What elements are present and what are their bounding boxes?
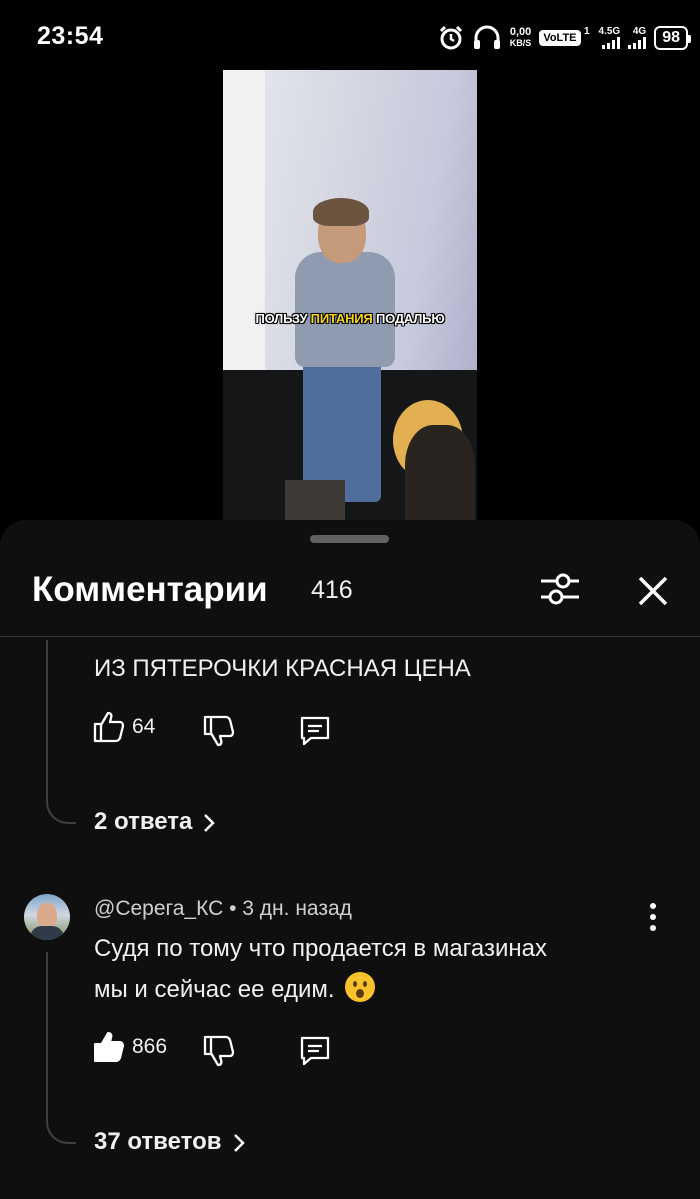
comment-text: мы и сейчас ее едим. xyxy=(94,969,376,1010)
more-vert-icon xyxy=(650,903,656,931)
signal-bars-icon xyxy=(602,37,621,49)
alarm-icon xyxy=(439,25,462,50)
headphones-icon xyxy=(473,25,500,49)
status-icons: 0,00 KB/S VoLTE 1 4.5G 4G 98 xyxy=(438,22,691,54)
like-count: 64 xyxy=(132,715,156,738)
video-scene xyxy=(405,425,475,520)
signal-2: 4G xyxy=(628,26,647,49)
video-caption: ПОЛЬЗУ ПИТАНИЯ ПОДАЛЬЮ xyxy=(223,311,477,326)
caption-part: ПОДАЛЬЮ xyxy=(375,311,445,326)
astonished-emoji-icon xyxy=(345,972,376,1002)
thread-curve xyxy=(46,1114,76,1144)
comments-sheet: Комментарии 416 ИЗ ПЯТЕРОЧКИ КРАСНАЯ ЦЕН… xyxy=(0,520,700,1199)
thumb-down-icon xyxy=(203,1035,235,1067)
network-speed: 0,00 KB/S xyxy=(510,27,532,49)
view-replies-link[interactable]: 37 ответов xyxy=(94,1128,246,1156)
like-button[interactable]: 64 xyxy=(92,710,155,744)
signal-1: 4.5G xyxy=(599,27,621,49)
caption-highlight: ПИТАНИЯ xyxy=(310,311,373,326)
drag-handle[interactable] xyxy=(310,535,389,543)
thumb-up-icon xyxy=(93,711,125,743)
chevron-right-icon xyxy=(233,1134,245,1152)
comments-title: Комментарии xyxy=(32,570,268,609)
comment-text-line: мы и сейчас ее едим. xyxy=(94,976,335,1003)
filter-button[interactable] xyxy=(533,568,587,610)
reply-icon xyxy=(300,716,330,746)
thumb-down-icon xyxy=(203,715,235,747)
status-bar: 23:54 0,00 KB/S VoLTE 1 4.5G 4G 98 xyxy=(0,0,700,72)
header-divider xyxy=(0,636,700,637)
avatar[interactable] xyxy=(24,894,70,940)
signal-bars-icon xyxy=(628,37,647,49)
thread-curve xyxy=(46,794,76,824)
comments-count: 416 xyxy=(311,576,353,604)
like-count: 866 xyxy=(132,1035,168,1058)
reply-button[interactable] xyxy=(295,711,335,751)
avatar-shirt xyxy=(30,926,64,940)
battery-indicator: 98 xyxy=(654,26,691,50)
like-button[interactable]: 866 xyxy=(92,1030,167,1064)
comment-text: ИЗ ПЯТЕРОЧКИ КРАСНАЯ ЦЕНА xyxy=(94,655,471,682)
view-replies-link[interactable]: 2 ответа xyxy=(94,808,216,836)
dislike-button[interactable] xyxy=(199,711,239,751)
volte-label: VoLTE xyxy=(543,32,577,44)
volte-badge: VoLTE 1 xyxy=(539,26,590,46)
comment-menu-button[interactable] xyxy=(640,898,666,938)
signal-1-label: 4.5G xyxy=(598,26,621,37)
video-player[interactable]: ПОЛЬЗУ ПИТАНИЯ ПОДАЛЬЮ xyxy=(223,70,477,520)
signal-2-label: 4G xyxy=(632,26,647,37)
comment-meta: @Серега_КС • 3 дн. назад xyxy=(94,897,352,921)
video-scene xyxy=(285,480,345,520)
chevron-right-icon xyxy=(204,814,216,832)
author-name[interactable]: @Серега_КС xyxy=(94,897,223,920)
status-time: 23:54 xyxy=(37,22,104,50)
video-scene xyxy=(295,252,395,367)
dislike-button[interactable] xyxy=(199,1031,239,1071)
replies-count: 37 ответов xyxy=(94,1128,222,1155)
reply-icon xyxy=(300,1036,330,1066)
close-button[interactable] xyxy=(630,568,676,614)
network-speed-value: 0,00 xyxy=(509,26,532,38)
sim-number: 1 xyxy=(583,26,590,37)
video-scene xyxy=(313,198,369,226)
filter-icon xyxy=(541,573,579,605)
close-icon xyxy=(638,576,668,606)
caption-part: ПОЛЬЗУ xyxy=(255,311,308,326)
comment-time: 3 дн. назад xyxy=(242,897,352,920)
reply-button[interactable] xyxy=(295,1031,335,1071)
thread-line xyxy=(46,640,48,800)
thumb-up-icon xyxy=(94,1032,124,1062)
meta-separator: • xyxy=(229,897,243,920)
comment-text: Судя по тому что продается в магазинах xyxy=(94,935,547,962)
replies-count: 2 ответа xyxy=(94,808,193,835)
thread-line xyxy=(46,952,48,1120)
network-speed-unit: KB/S xyxy=(509,38,532,48)
